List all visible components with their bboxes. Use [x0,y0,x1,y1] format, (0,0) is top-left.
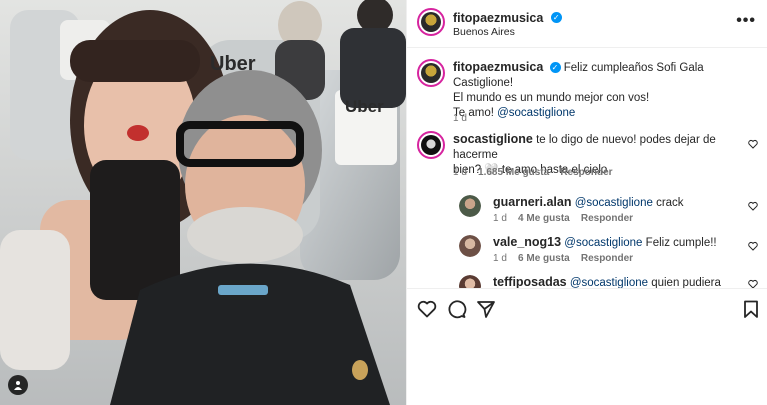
heart-icon[interactable] [417,299,437,319]
reply-like-heart-icon[interactable] [748,201,758,211]
verified-icon: ✓ [549,62,561,74]
bookmark-icon[interactable] [741,299,761,319]
reply-like-heart-icon[interactable] [748,279,758,288]
caption-mention[interactable]: @socastiglione [497,107,575,119]
caption-time: 1 d [453,113,467,124]
seat-logo-right: Uber [345,97,384,116]
reply-time: 1 d [493,213,507,224]
reply-text: Feliz cumple!! [642,237,717,249]
reply-reply-button[interactable]: Responder [581,213,633,224]
comment-like-heart-icon[interactable] [748,139,758,149]
post-header: fitopaezmusica ✓ Buenos Aires ••• [407,0,767,48]
reply-username[interactable]: teffiposadas [493,275,567,288]
seat-logo-left: Uber [210,53,256,75]
comments-list[interactable]: fitopaezmusica ✓ Feliz cumpleaños Sofi G… [407,49,767,288]
caption-line2: El mundo es un mundo mejor con vos! [453,92,650,104]
post-image: Uber Uber [0,0,406,405]
post-photo[interactable]: Uber Uber [0,0,406,405]
reply-likes[interactable]: 6 Me gusta [518,253,570,264]
reply-text: crack [652,197,684,209]
caption-avatar[interactable] [417,59,445,87]
reply-like-heart-icon[interactable] [748,241,758,251]
verified-icon: ✓ [550,12,562,24]
post-side-panel: fitopaezmusica ✓ Buenos Aires ••• fitopa… [406,0,767,405]
action-bar [407,288,767,329]
comment-username[interactable]: socastiglione [453,132,533,146]
more-icon[interactable]: ••• [736,12,756,30]
reply-likes[interactable]: 4 Me gusta [518,213,570,224]
author-username[interactable]: fitopaezmusica [453,11,543,25]
comment-avatar[interactable] [417,131,445,159]
reply-mention[interactable]: @socastiglione [570,277,648,288]
reply-reply-button[interactable]: Responder [581,253,633,264]
share-icon[interactable] [476,299,496,319]
user-tag-icon [14,381,22,390]
post-location[interactable]: Buenos Aires [453,26,515,38]
author-avatar[interactable] [417,8,445,36]
user-tag-button[interactable] [8,375,28,395]
comment-likes[interactable]: 1.685 Me gusta [478,167,549,178]
reply-username[interactable]: guarneri.alan [493,195,572,209]
comment-icon[interactable] [447,299,467,319]
caption-username[interactable]: fitopaezmusica [453,60,543,74]
reply-time: 1 d [493,253,507,264]
reply-mention[interactable]: @socastiglione [575,197,653,209]
comment-reply-button[interactable]: Responder [560,167,612,178]
reply-avatar[interactable] [459,275,481,288]
reply-avatar[interactable] [459,195,481,217]
reply-username[interactable]: vale_nog13 [493,235,561,249]
reply-mention[interactable]: @socastiglione [564,237,642,249]
reply-avatar[interactable] [459,235,481,257]
comment-time: 1 d [453,167,467,178]
